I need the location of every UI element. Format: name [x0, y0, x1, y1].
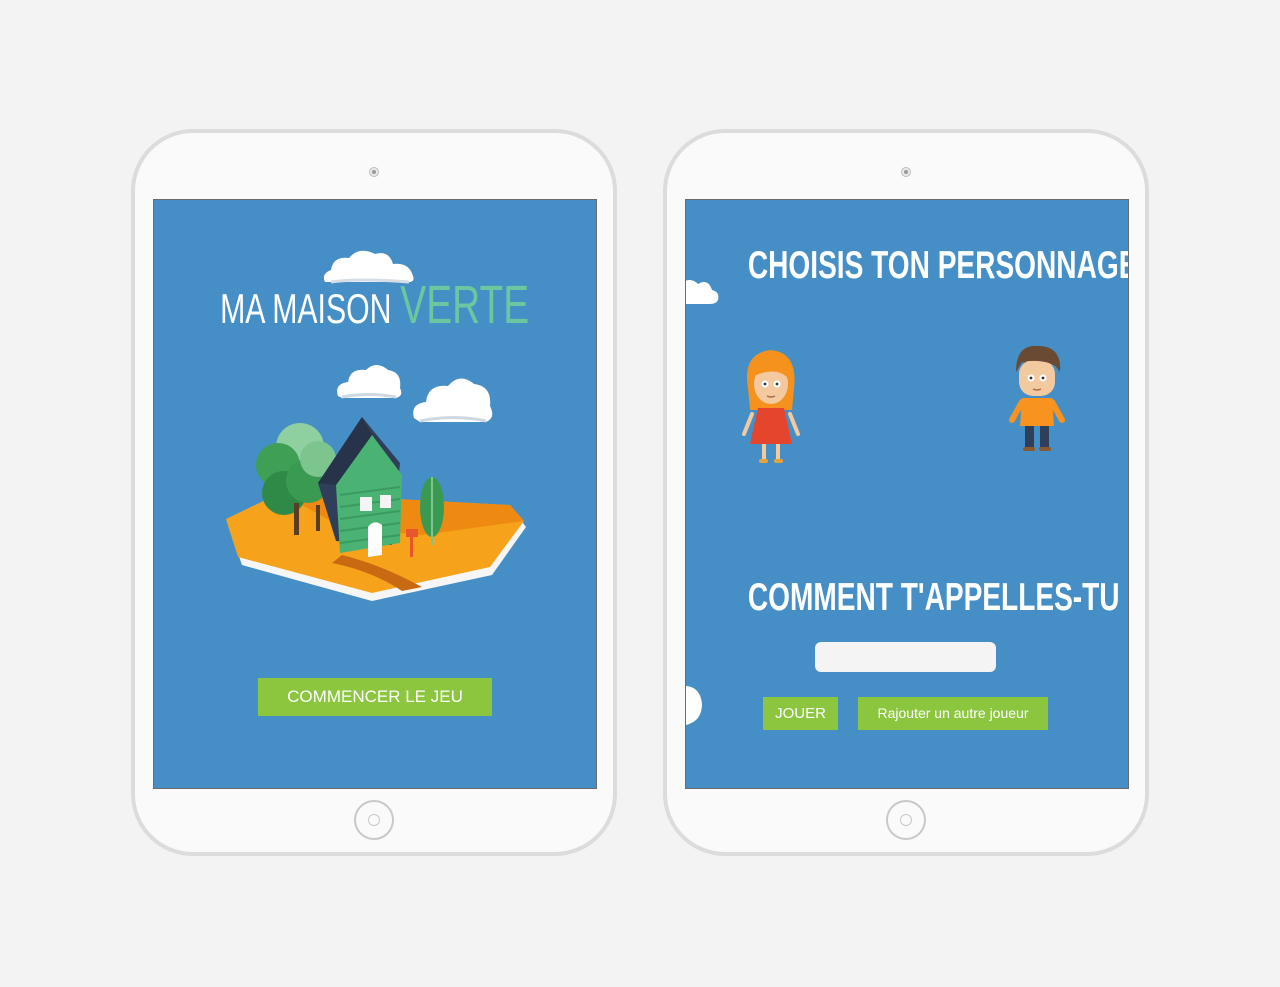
- camera-icon: [901, 167, 911, 177]
- camera-icon: [369, 167, 379, 177]
- tablet-start-screen: MA MAISON VERTE COMMENCER LE JEU: [131, 129, 617, 856]
- start-screen: MA MAISON VERTE COMMENCER LE JEU: [153, 199, 597, 789]
- play-button[interactable]: JOUER: [763, 697, 838, 730]
- girl-character[interactable]: [742, 348, 800, 466]
- logo-text-verte: VERTE: [400, 275, 530, 335]
- name-heading-text: COMMENT T'APPELLES-TU ?: [747, 576, 1129, 619]
- choose-character-heading-text: CHOISIS TON PERSONNAGE: [747, 244, 1129, 287]
- player-name-input[interactable]: [815, 642, 996, 672]
- home-button: [354, 800, 394, 840]
- name-heading: COMMENT T'APPELLES-TU ?: [686, 576, 1128, 620]
- game-logo: MA MAISON VERTE: [154, 278, 596, 334]
- cloud-icon: [337, 365, 402, 399]
- tablet-player-screen: CHOISIS TON PERSONNAGE COMMENT T'APPELLE…: [663, 129, 1149, 856]
- cloud-icon: [686, 280, 719, 304]
- choose-character-heading: CHOISIS TON PERSONNAGE: [686, 244, 1128, 288]
- logo-text-ma-maison: MA MAISON: [220, 285, 392, 332]
- add-player-button[interactable]: Rajouter un autre joueur: [858, 697, 1048, 730]
- boy-character[interactable]: [1008, 344, 1066, 456]
- start-game-button[interactable]: COMMENCER LE JEU: [258, 678, 492, 716]
- house-illustration: [226, 417, 526, 601]
- cloud-icon: [686, 686, 702, 725]
- home-button: [886, 800, 926, 840]
- player-screen: CHOISIS TON PERSONNAGE COMMENT T'APPELLE…: [685, 199, 1129, 789]
